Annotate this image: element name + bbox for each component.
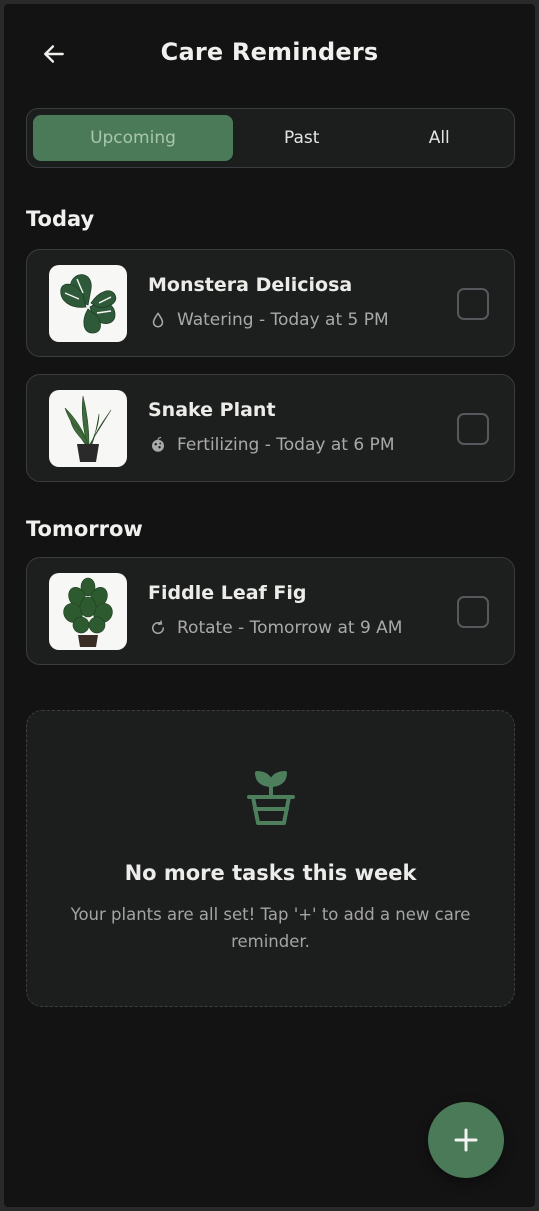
- page-title: Care Reminders: [160, 38, 379, 66]
- tab-past[interactable]: Past: [233, 115, 371, 161]
- reminder-card: Monstera Deliciosa Watering - Today at 5…: [26, 249, 515, 357]
- empty-state-title: No more tasks this week: [124, 861, 417, 885]
- plant-thumbnail-snake-plant: [49, 390, 127, 467]
- rotate-icon: [148, 618, 168, 638]
- plus-icon: [454, 1128, 478, 1152]
- task-detail: Fertilizing - Today at 6 PM: [148, 435, 394, 455]
- reminder-card: Fiddle Leaf Fig Rotate - Tomorrow at 9 A…: [26, 557, 515, 665]
- task-checkbox[interactable]: [457, 288, 489, 320]
- fertilizer-icon: [148, 435, 168, 455]
- reminder-card: Snake Plant Fertilizing - Today at 6 PM: [26, 374, 515, 482]
- task-text: Rotate - Tomorrow at 9 AM: [177, 618, 403, 638]
- plant-thumbnail-fiddle-leaf-fig: [49, 573, 127, 650]
- section-heading-tomorrow: Tomorrow: [26, 517, 143, 541]
- header: Care Reminders: [4, 4, 535, 110]
- task-text: Watering - Today at 5 PM: [177, 310, 389, 330]
- plant-thumbnail-monstera: [49, 265, 127, 342]
- plant-name: Snake Plant: [148, 399, 276, 421]
- task-detail: Rotate - Tomorrow at 9 AM: [148, 618, 402, 638]
- plant-name: Fiddle Leaf Fig: [148, 582, 307, 604]
- empty-state-card: No more tasks this week Your plants are …: [26, 710, 515, 1007]
- task-checkbox[interactable]: [457, 596, 489, 628]
- app-screen: Care Reminders Upcoming Past All Today M…: [4, 4, 535, 1207]
- tab-upcoming[interactable]: Upcoming: [33, 115, 233, 161]
- plant-name: Monstera Deliciosa: [148, 274, 353, 296]
- filter-tabs: Upcoming Past All: [26, 108, 515, 168]
- add-reminder-button[interactable]: [428, 1102, 504, 1178]
- tab-all[interactable]: All: [371, 115, 509, 161]
- water-drop-icon: [148, 310, 168, 330]
- empty-state-message: Your plants are all set! Tap '+' to add …: [70, 905, 471, 951]
- potted-sprout-icon: [241, 767, 301, 831]
- section-heading-today: Today: [26, 207, 95, 231]
- task-text: Fertilizing - Today at 6 PM: [177, 435, 395, 455]
- task-checkbox[interactable]: [457, 413, 489, 445]
- task-detail: Watering - Today at 5 PM: [148, 310, 389, 330]
